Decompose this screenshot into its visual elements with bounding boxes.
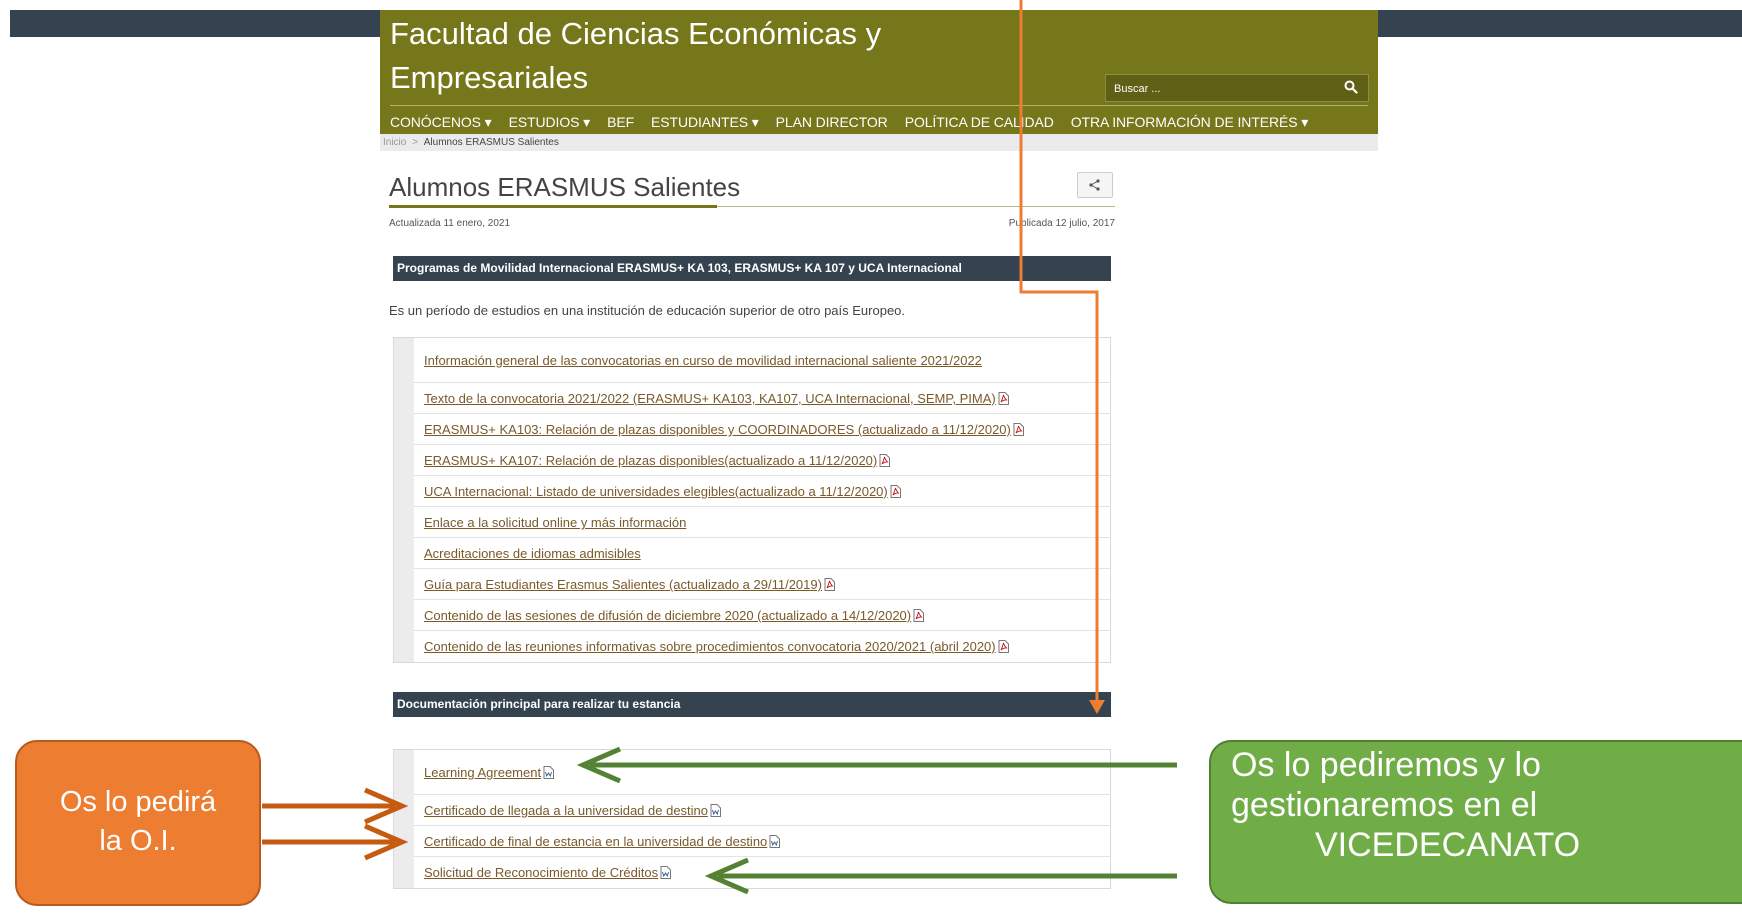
link-acreditaciones-idiomas[interactable]: Acreditaciones de idiomas admisibles — [424, 546, 641, 561]
list-item: UCA Internacional: Listado de universida… — [414, 476, 1110, 507]
link-sesiones-difusion[interactable]: Contenido de las sesiones de difusión de… — [424, 608, 911, 623]
nav-item-politica-calidad[interactable]: POLÍTICA DE CALIDAD — [905, 114, 1054, 131]
nav-item-conocenos[interactable]: CONÓCENOS ▾ — [390, 114, 492, 131]
link-solicitud-online[interactable]: Enlace a la solicitud online y más infor… — [424, 515, 686, 530]
nav-item-plan-director[interactable]: PLAN DIRECTOR — [776, 114, 888, 131]
breadcrumb-home[interactable]: Inicio — [383, 137, 406, 148]
link-list-documentacion: Learning Agreement Certificado de llegad… — [393, 749, 1111, 889]
link-ka107-plazas[interactable]: ERASMUS+ KA107: Relación de plazas dispo… — [424, 453, 877, 468]
search-input[interactable] — [1112, 78, 1331, 100]
pdf-icon[interactable] — [1013, 423, 1024, 436]
link-list-programas: Información general de las convocatorias… — [393, 337, 1111, 663]
pdf-icon[interactable] — [879, 454, 891, 467]
list-item: Contenido de las reuniones informativas … — [414, 631, 1110, 662]
link-reuniones-informativas[interactable]: Contenido de las reuniones informativas … — [424, 639, 996, 654]
list-item: Enlace a la solicitud online y más infor… — [414, 507, 1110, 538]
nav-item-estudiantes[interactable]: ESTUDIANTES ▾ — [651, 114, 759, 131]
callout-vicedecanato-line-1: Os lo pediremos y lo — [1231, 746, 1541, 784]
list-item: Texto de la convocatoria 2021/2022 (ERAS… — [414, 383, 1110, 414]
section-heading-programas: Programas de Movilidad Internacional ERA… — [393, 256, 1111, 281]
list-gutter — [394, 338, 414, 662]
updated-date: Actualizada 11 enero, 2021 — [389, 218, 511, 229]
header-divider — [390, 105, 1368, 106]
main-nav: CONÓCENOS ▾ ESTUDIOS ▾ BEF ESTUDIANTES ▾… — [390, 114, 1325, 131]
link-info-general[interactable]: Información general de las convocatorias… — [424, 353, 982, 368]
doc-icon[interactable] — [710, 804, 722, 817]
nav-item-estudios[interactable]: ESTUDIOS ▾ — [509, 114, 591, 131]
page-title: Alumnos ERASMUS Salientes — [389, 172, 741, 202]
breadcrumb-current: Alumnos ERASMUS Salientes — [423, 137, 559, 148]
doc-icon[interactable] — [660, 866, 672, 879]
search-box — [1105, 74, 1369, 102]
callout-oi: Os lo pedirá la O.I. — [15, 740, 261, 906]
breadcrumb: Inicio > Alumnos ERASMUS Salientes — [380, 134, 1378, 151]
site-header: Facultad de Ciencias Económicas y Empres… — [380, 10, 1378, 134]
callout-vicedecanato-line-3: VICEDECANATO — [1315, 826, 1581, 864]
link-ka103-plazas[interactable]: ERASMUS+ KA103: Relación de plazas dispo… — [424, 422, 1011, 437]
share-button[interactable] — [1077, 172, 1113, 198]
list-item: Learning Agreement — [414, 750, 1110, 795]
pdf-icon[interactable] — [998, 392, 1009, 405]
site-title[interactable]: Facultad de Ciencias Económicas y Empres… — [390, 12, 950, 100]
published-date: Publicada 12 julio, 2017 — [1008, 218, 1115, 229]
doc-icon[interactable] — [543, 766, 555, 779]
callout-vicedecanato-line-2: gestionaremos en el — [1231, 786, 1538, 824]
list-item: Guía para Estudiantes Erasmus Salientes … — [414, 569, 1110, 600]
nav-item-otra-informacion[interactable]: OTRA INFORMACIÓN DE INTERÉS ▾ — [1071, 114, 1309, 131]
list-item: ERASMUS+ KA107: Relación de plazas dispo… — [414, 445, 1110, 476]
list-item: Información general de las convocatorias… — [414, 338, 1110, 383]
link-uca-internacional[interactable]: UCA Internacional: Listado de universida… — [424, 484, 888, 499]
link-certificado-llegada[interactable]: Certificado de llegada a la universidad … — [424, 803, 708, 818]
section-intro: Es un período de estudios en una institu… — [389, 303, 906, 318]
link-reconocimiento-creditos[interactable]: Solicitud de Reconocimiento de Créditos — [424, 865, 658, 880]
link-texto-convocatoria[interactable]: Texto de la convocatoria 2021/2022 (ERAS… — [424, 391, 996, 406]
link-guia-estudiantes[interactable]: Guía para Estudiantes Erasmus Salientes … — [424, 577, 822, 592]
list-item: ERASMUS+ KA103: Relación de plazas dispo… — [414, 414, 1110, 445]
list-gutter — [394, 750, 414, 888]
nav-item-bef[interactable]: BEF — [607, 114, 634, 131]
search-icon[interactable] — [1344, 80, 1358, 94]
callout-vicedecanato: Os lo pediremos y lo gestionaremos en el… — [1209, 740, 1742, 904]
list-item: Acreditaciones de idiomas admisibles — [414, 538, 1110, 569]
callout-oi-line-1: Os lo pedirá — [59, 786, 217, 818]
section-heading-documentacion: Documentación principal para realizar tu… — [393, 692, 1111, 717]
pdf-icon[interactable] — [998, 640, 1009, 653]
breadcrumb-separator: > — [412, 137, 418, 148]
list-item: Certificado de final de estancia en la u… — [414, 826, 1110, 857]
doc-icon[interactable] — [769, 835, 781, 848]
share-icon — [1089, 179, 1100, 191]
list-item: Certificado de llegada a la universidad … — [414, 795, 1110, 826]
pdf-icon[interactable] — [913, 609, 925, 622]
callout-oi-line-2: la O.I. — [99, 825, 177, 857]
list-item: Contenido de las sesiones de difusión de… — [414, 600, 1110, 631]
link-learning-agreement[interactable]: Learning Agreement — [424, 765, 541, 780]
title-underline-accent — [389, 205, 717, 208]
pdf-icon[interactable] — [824, 578, 835, 591]
pdf-icon[interactable] — [890, 485, 901, 498]
link-certificado-final[interactable]: Certificado de final de estancia en la u… — [424, 834, 767, 849]
list-item: Solicitud de Reconocimiento de Créditos — [414, 857, 1110, 888]
